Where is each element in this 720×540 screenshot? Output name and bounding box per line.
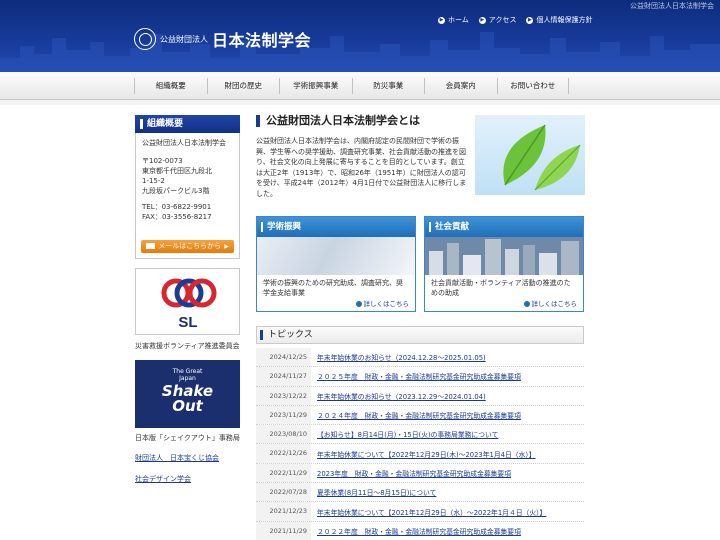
header-tagline: 公益財団法人日本法制学会 bbox=[630, 2, 714, 10]
topic-row: 2022/12/26 年末年始休業について【2022年12月29日(木)〜2023… bbox=[256, 444, 584, 464]
academic-more-link[interactable]: 詳しくはこちら bbox=[355, 298, 409, 308]
home-link[interactable]: ▶ ホーム bbox=[438, 15, 469, 25]
topic-link[interactable]: 年末年始休業について【2021年12月29日（水）〜2022年1月４日（火）】 bbox=[311, 507, 546, 517]
topic-link[interactable]: ２０２４年度 財政・金融・金融法制研究基金研究助成金募集要項 bbox=[311, 410, 521, 420]
arrow-right-icon: ▶ bbox=[224, 243, 229, 250]
topic-date: 2023/12/22 bbox=[256, 386, 311, 405]
address-line-3: 九段坂パークビル3階 bbox=[142, 187, 210, 195]
emblem-icon bbox=[134, 28, 156, 50]
arrow-circle-icon: ▶ bbox=[526, 16, 534, 24]
shakeout-label: 日本版「シェイクアウト」事務局 bbox=[135, 434, 240, 442]
topic-row: 2023/12/22 年末年始休業のお知らせ（2023.12.29～2024.01… bbox=[256, 386, 584, 406]
topic-row: 2022/07/28 夏季休業(8月11日～8月15日)について bbox=[256, 483, 584, 503]
topic-date: 2022/07/28 bbox=[256, 483, 311, 502]
envelope-icon bbox=[146, 243, 156, 249]
site-header: 公益財団法人日本法制学会 公益財団法人 日本法制学会 ▶ ホーム ▶ アクセス ▶ 個… bbox=[0, 0, 720, 72]
sl-logo-text: SL bbox=[178, 314, 197, 331]
shakeout-line-2: Japan bbox=[179, 375, 196, 382]
topic-date: 2022/12/26 bbox=[256, 444, 311, 463]
topic-link[interactable]: 夏季休業(8月11日～8月15日)について bbox=[311, 487, 436, 497]
academic-image bbox=[257, 237, 415, 275]
about-text: 公益財団法人日本法制学会は、内閣府認定の民間財団で学術の振興、学生等への奨学援助… bbox=[256, 137, 467, 198]
arrow-circle-icon bbox=[523, 301, 530, 307]
shakeout-banner[interactable]: The Great Japan Shake Out bbox=[135, 360, 240, 428]
topics-list: 2024/12/25 年末年始休業のお知らせ（2024.12.28～2025.01… bbox=[256, 348, 584, 540]
logo-title: 日本法制学会 bbox=[212, 31, 312, 50]
org-name: 公益財団法人日本法制学会 bbox=[142, 139, 226, 147]
nav-item-membership[interactable]: 会員案内 bbox=[424, 78, 497, 94]
academic-card-title: 学術振興 bbox=[257, 217, 415, 237]
topic-row: 2023/08/10 【お知らせ】8月14日(月)・15日(火)の事務局業務につい… bbox=[256, 425, 584, 445]
topic-date: 2024/12/25 bbox=[256, 348, 311, 367]
topic-link[interactable]: 年末年始休業のお知らせ（2024.12.28～2025.01.05) bbox=[311, 352, 486, 362]
site-logo[interactable]: 公益財団法人 日本法制学会 bbox=[134, 27, 311, 51]
mail-button[interactable]: メールはこちらから ▶ bbox=[141, 240, 234, 253]
social-card[interactable]: 社会貢献 社会貢献活動・ボランティア活動の推進のための助成 詳しくはこちら bbox=[424, 216, 584, 312]
sl-banner[interactable]: SL bbox=[135, 268, 240, 335]
topic-date: 2024/11/27 bbox=[256, 367, 311, 386]
topic-link[interactable]: ２０２２年度 財政・金融・金融法制研究基金研究助成金募集要項 bbox=[311, 526, 521, 536]
global-nav: 組織概要 財団の歴史 学術振興事業 防災事業 会員案内 お問い合わせ bbox=[0, 72, 720, 100]
utility-links: ▶ ホーム ▶ アクセス ▶ 個人情報保護方針 bbox=[438, 15, 592, 25]
nav-item-organization[interactable]: 組織概要 bbox=[134, 78, 207, 94]
access-link[interactable]: ▶ アクセス bbox=[478, 15, 516, 25]
arrow-circle-icon bbox=[355, 301, 362, 307]
topic-row: 2024/11/27 ２０２５年度 財政・金融・金融法制研究基金研究助成金募集要項 bbox=[256, 367, 584, 387]
topic-date: 2021/11/29 bbox=[256, 521, 311, 540]
address-line-2: 1-15-2 bbox=[142, 177, 165, 185]
arrow-circle-icon: ▶ bbox=[438, 16, 445, 24]
sl-logo-image: SL bbox=[161, 278, 217, 331]
social-card-title: 社会貢献 bbox=[425, 217, 583, 237]
city-skyline-image bbox=[0, 32, 720, 72]
topic-date: 2022/11/29 bbox=[256, 463, 311, 483]
green-leaf-image bbox=[475, 115, 585, 195]
topic-link[interactable]: 年末年始休業について【2022年12月29日(木)〜2023年1月4日（水）】 bbox=[311, 449, 536, 459]
city-image bbox=[425, 237, 583, 275]
fax-number: FAX：03-3556-8217 bbox=[142, 213, 212, 221]
topic-link[interactable]: ２０２５年度 財政・金融・金融法制研究基金研究助成金募集要項 bbox=[311, 371, 521, 381]
nav-item-history[interactable]: 財団の歴史 bbox=[206, 78, 280, 94]
nav-shadow-strip bbox=[0, 100, 720, 105]
lottery-association-link[interactable]: 財団法人 日本宝くじ協会 bbox=[135, 453, 219, 463]
address-line-1: 東京都千代田区九段北 bbox=[142, 167, 212, 175]
nav-item-academic[interactable]: 学術振興事業 bbox=[279, 78, 352, 94]
arrow-circle-icon: ▶ bbox=[478, 16, 486, 24]
topic-row: 2022/11/29 2023年度 財政・金融・金融法制研究基金研究助成金募集要項 bbox=[256, 463, 584, 484]
topic-link[interactable]: 【お知らせ】8月14日(月)・15日(火)の事務局業務について bbox=[311, 429, 498, 439]
topic-row: 2021/12/23 年末年始休業について【2021年12月29日（水）〜2022… bbox=[256, 502, 584, 522]
topic-row: 2023/11/29 ２０２４年度 財政・金融・金融法制研究基金研究助成金募集要項 bbox=[256, 405, 584, 426]
academic-card[interactable]: 学術振興 学術の振興のための研究助成、調査研究、奨学金支給事業 詳しくはこちら bbox=[256, 216, 416, 312]
shakeout-main-2: Out bbox=[172, 397, 203, 415]
tel-number: TEL：03-6822-9901 bbox=[142, 203, 212, 211]
nav-item-disaster[interactable]: 防災事業 bbox=[351, 78, 425, 94]
topic-row: 2021/11/29 ２０２２年度 財政・金融・金融法制研究基金研究助成金募集要項 bbox=[256, 521, 584, 540]
social-more-link[interactable]: 詳しくはこちら bbox=[523, 298, 577, 308]
topic-date: 2021/12/23 bbox=[256, 502, 311, 521]
topic-link[interactable]: 年末年始休業のお知らせ（2023.12.29～2024.01.04) bbox=[311, 391, 486, 401]
sl-committee-label: 災害救援ボランティア推進委員会 bbox=[135, 342, 240, 350]
nav-item-contact[interactable]: お問い合わせ bbox=[496, 78, 569, 94]
logo-subtitle: 公益財団法人 bbox=[160, 34, 208, 44]
postal-code: 〒102-0073 bbox=[142, 157, 183, 165]
topic-date: 2023/08/10 bbox=[256, 425, 311, 444]
topic-row: 2024/12/25 年末年始休業のお知らせ（2024.12.28～2025.01… bbox=[256, 348, 584, 368]
topic-date: 2023/11/29 bbox=[256, 405, 311, 425]
social-design-link[interactable]: 社会デザイン学会 bbox=[135, 474, 191, 484]
about-heading: 公益財団法人日本法制学会とは bbox=[256, 115, 420, 127]
shakeout-line-1: The Great bbox=[172, 368, 203, 375]
privacy-policy-link[interactable]: ▶ 個人情報保護方針 bbox=[526, 15, 592, 25]
sidebar-title: 組織概要 bbox=[135, 115, 240, 133]
topic-link[interactable]: 2023年度 財政・金融・金融法制研究基金研究助成金募集要項 bbox=[311, 468, 511, 478]
topics-heading: トピックス bbox=[256, 326, 584, 344]
